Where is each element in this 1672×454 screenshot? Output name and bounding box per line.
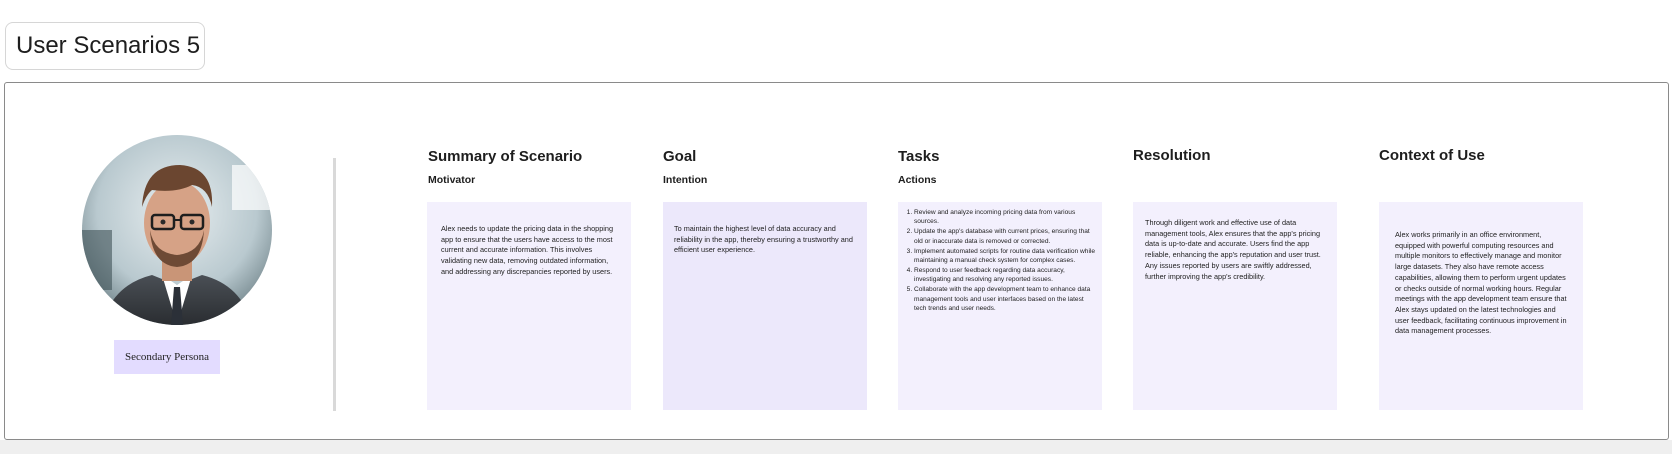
context-title: Context of Use [1379, 147, 1485, 164]
goal-card[interactable]: To maintain the highest level of data ac… [663, 202, 867, 410]
canvas-background-strip [0, 440, 1672, 454]
goal-text: To maintain the highest level of data ac… [674, 224, 853, 255]
resolution-card[interactable]: Through diligent work and effective use … [1133, 202, 1337, 410]
task-item: Respond to user feedback regarding data … [914, 266, 1096, 285]
tasks-subtitle: Actions [898, 174, 937, 186]
persona-label[interactable]: Secondary Persona [114, 340, 220, 374]
task-item: Collaborate with the app development tea… [914, 285, 1096, 313]
persona-avatar [82, 135, 272, 325]
task-item: Update the app's database with current p… [914, 227, 1096, 246]
summary-card[interactable]: Alex needs to update the pricing data in… [427, 202, 631, 410]
task-item: Implement automated scripts for routine … [914, 247, 1096, 266]
tasks-title: Tasks [898, 148, 940, 165]
summary-subtitle: Motivator [428, 174, 476, 186]
summary-text: Alex needs to update the pricing data in… [441, 224, 614, 276]
tasks-list: Review and analyze incoming pricing data… [898, 208, 1096, 313]
goal-title: Goal [663, 148, 697, 165]
section-divider [333, 158, 336, 411]
task-item: Review and analyze incoming pricing data… [914, 208, 1096, 227]
page-title[interactable]: User Scenarios 5 [5, 22, 205, 70]
context-card[interactable]: Alex works primarily in an office enviro… [1379, 202, 1583, 410]
resolution-title: Resolution [1133, 147, 1211, 164]
context-text: Alex works primarily in an office enviro… [1395, 230, 1567, 336]
resolution-text: Through diligent work and effective use … [1145, 218, 1321, 281]
goal-subtitle: Intention [663, 174, 708, 186]
tasks-card[interactable]: Review and analyze incoming pricing data… [898, 202, 1102, 410]
summary-title: Summary of Scenario [428, 148, 583, 165]
